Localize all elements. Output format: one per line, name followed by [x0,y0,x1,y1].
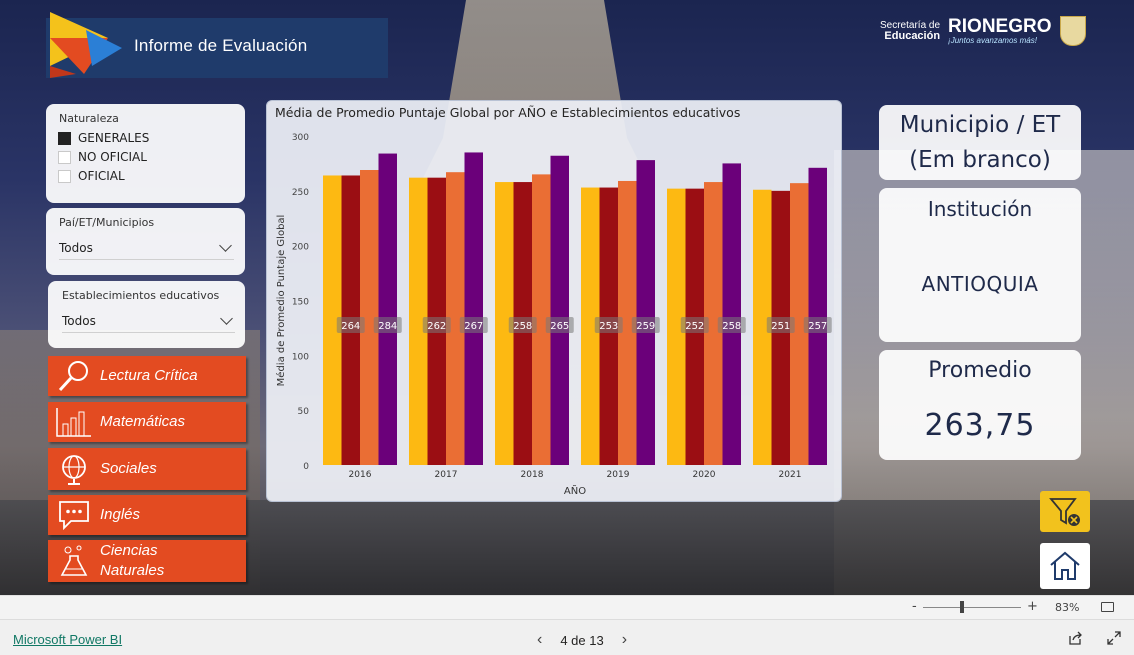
bar [378,153,397,465]
municipio-value: (Em branco) [909,147,1051,173]
option-generales[interactable]: GENERALES [58,131,149,145]
secretaria-logo: Secretaría de Educación [880,20,941,42]
institucion-value: ANTIOQUIA [921,272,1039,296]
speech-bubble-icon [48,499,100,531]
coat-of-arms-icon [1059,16,1086,46]
subject-label-line2: Naturales [100,562,165,579]
pais-dropdown[interactable]: Todos [59,236,234,260]
lectura-critica-button[interactable]: Lectura Crítica [48,356,246,396]
bar [722,163,741,465]
promedio-value: 263,75 [924,408,1036,443]
x-tick-label: 2017 [435,470,458,480]
data-label: 264 [341,321,360,332]
globe-icon [48,452,100,486]
bar-chart-icon [48,406,100,438]
footer-bar: Microsoft Power BI ‹ 4 de 13 › [0,619,1134,655]
y-tick-label: 250 [292,188,309,198]
bar-chart[interactable]: 050100150200250300Média de Promedio Punt… [267,101,843,503]
zoom-out-button[interactable]: - [912,599,917,614]
data-label: 259 [636,321,655,332]
share-icon[interactable] [1067,630,1083,646]
clear-filters-button[interactable] [1040,491,1090,532]
checkbox[interactable] [58,150,71,164]
science-icon [48,544,100,578]
powerbi-link[interactable]: Microsoft Power BI [13,632,122,647]
y-tick-label: 200 [292,243,309,253]
fullscreen-icon[interactable] [1106,630,1122,646]
checkbox-checked[interactable] [58,131,71,145]
data-label: 252 [685,321,704,332]
data-label: 267 [464,321,483,332]
municipio-title: Municipio / ET [899,112,1061,138]
ciencias-naturales-button[interactable]: Ciencias Naturales [48,540,246,582]
data-label: 251 [771,321,790,332]
page-navigator: ‹ 4 de 13 › [537,631,627,649]
magnifier-icon [48,359,100,393]
y-tick-label: 50 [298,407,310,417]
x-tick-label: 2019 [607,470,630,480]
filter-clear-icon [1049,497,1080,526]
institucion-card: Institución ANTIOQUIA [879,188,1081,342]
establecimientos-title: Establecimientos educativos [62,289,220,302]
data-label: 258 [513,321,532,332]
naturaleza-title: Naturaleza [59,112,119,125]
rionegro-logo: RIONEGRO ¡Juntos avanzamos más! [948,15,1052,45]
x-axis-label: AÑO [564,484,586,497]
y-tick-label: 0 [303,462,309,472]
zoom-level: 83% [1055,601,1080,614]
data-label: 262 [427,321,446,332]
checkbox[interactable] [58,169,71,183]
report-logo-icon [50,12,122,78]
bar [636,160,655,466]
institucion-title: Institución [927,197,1033,221]
x-tick-label: 2016 [349,470,372,480]
data-label: 253 [599,321,618,332]
pais-slicer: Paí/ET/Municipios Todos [46,208,245,275]
zoom-in-button[interactable]: + [1027,599,1038,614]
promedio-card: Promedio 263,75 [879,350,1081,460]
home-icon [1050,551,1080,580]
y-tick-label: 150 [292,298,309,308]
bar [550,155,569,466]
data-label: 258 [722,321,741,332]
x-tick-label: 2018 [521,470,544,480]
data-label: 257 [808,321,827,332]
municipio-card: Municipio / ET (Em branco) [879,105,1081,180]
brand-logos: Secretaría de Educación RIONEGRO ¡Juntos… [880,14,1090,48]
zoom-slider-thumb[interactable] [960,601,964,613]
next-page-icon[interactable]: › [622,631,627,649]
establecimientos-dropdown[interactable]: Todos [62,309,235,333]
data-label: 284 [378,321,397,332]
pais-title: Paí/ET/Municipios [59,216,155,229]
y-tick-label: 300 [292,133,309,143]
matematicas-button[interactable]: Matemáticas [48,402,246,442]
zoom-slider[interactable] [923,607,1021,608]
naturaleza-slicer: Naturaleza GENERALES NO OFICIAL OFICIAL [46,104,245,203]
report-title: Informe de Evaluación [134,36,308,55]
chevron-down-icon [219,238,232,252]
bar [464,152,483,465]
x-tick-label: 2021 [779,470,802,480]
prev-page-icon[interactable]: ‹ [537,631,542,649]
sociales-button[interactable]: Sociales [48,448,246,490]
y-tick-label: 100 [292,352,309,362]
chevron-down-icon [220,311,233,325]
zoom-bar: - + 83% [0,595,1134,619]
bar [808,167,827,465]
fit-to-page-icon[interactable] [1101,602,1114,612]
home-button[interactable] [1040,543,1090,589]
data-label: 265 [550,321,569,332]
y-axis-label: Média de Promedio Puntaje Global [275,215,287,387]
page-indicator: 4 de 13 [560,632,604,648]
option-oficial[interactable]: OFICIAL [58,169,125,183]
subject-label-line1: Ciencias [100,542,158,559]
option-no-oficial[interactable]: NO OFICIAL [58,150,147,164]
promedio-title: Promedio [928,358,1032,383]
x-tick-label: 2020 [693,470,716,480]
bar-chart-card: Média de Promedio Puntaje Global por AÑO… [266,100,842,502]
establecimientos-slicer: Establecimientos educativos Todos [48,281,245,348]
ingles-button[interactable]: Inglés [48,495,246,535]
